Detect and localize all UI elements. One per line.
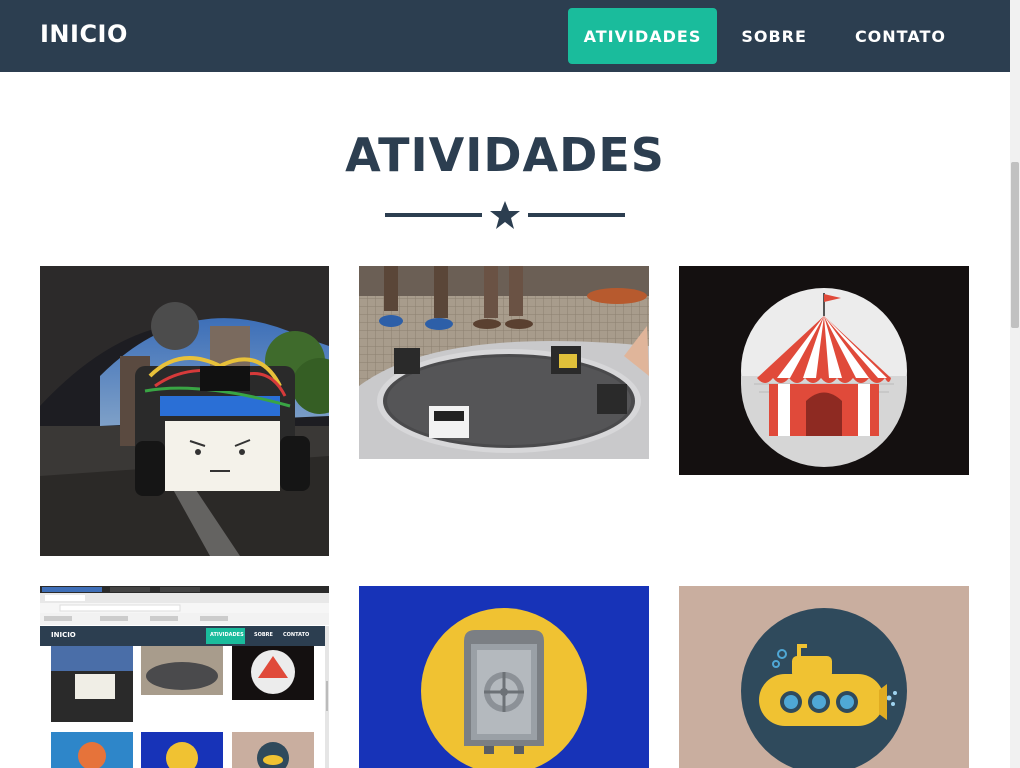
robot-photo (40, 266, 329, 556)
mini-nav-sobre: SOBRE (254, 632, 273, 638)
sumo-arena-photo (359, 266, 649, 459)
portfolio-item-circus[interactable] (679, 266, 969, 475)
portfolio-item-submarine[interactable] (679, 586, 969, 768)
page-scrollbar[interactable] (1010, 0, 1020, 768)
mini-brand-label: INICIO (51, 631, 76, 639)
section-title: ATIVIDADES (345, 128, 665, 182)
nav-links: ATIVIDADES SOBRE CONTATO (567, 8, 970, 64)
divider-line-right (528, 213, 625, 217)
nav-link-sobre[interactable]: SOBRE (717, 8, 831, 64)
mini-nav-contato: CONTATO (283, 632, 310, 638)
star-icon (490, 201, 520, 229)
mini-nav-atividades: ATIVIDADES (210, 632, 244, 638)
portfolio-item-sumo-arena[interactable] (359, 266, 649, 459)
circus-tent-icon (741, 288, 907, 467)
navbar: INICIO ATIVIDADES SOBRE CONTATO (0, 0, 1010, 72)
portfolio-item-safe[interactable] (359, 586, 649, 768)
nav-link-atividades[interactable]: ATIVIDADES (567, 8, 718, 64)
nav-link-contato[interactable]: CONTATO (831, 8, 970, 64)
screenshot-thumbnail (40, 586, 329, 768)
safe-icon (421, 608, 587, 768)
title-divider (385, 200, 625, 230)
scrollbar-thumb[interactable] (1011, 162, 1019, 328)
portfolio-item-screenshot[interactable]: INICIO ATIVIDADES SOBRE CONTATO (40, 586, 329, 768)
divider-line-left (385, 213, 482, 217)
portfolio-item-robot[interactable] (40, 266, 329, 556)
submarine-icon (741, 608, 907, 768)
brand-link[interactable]: INICIO (40, 20, 128, 48)
